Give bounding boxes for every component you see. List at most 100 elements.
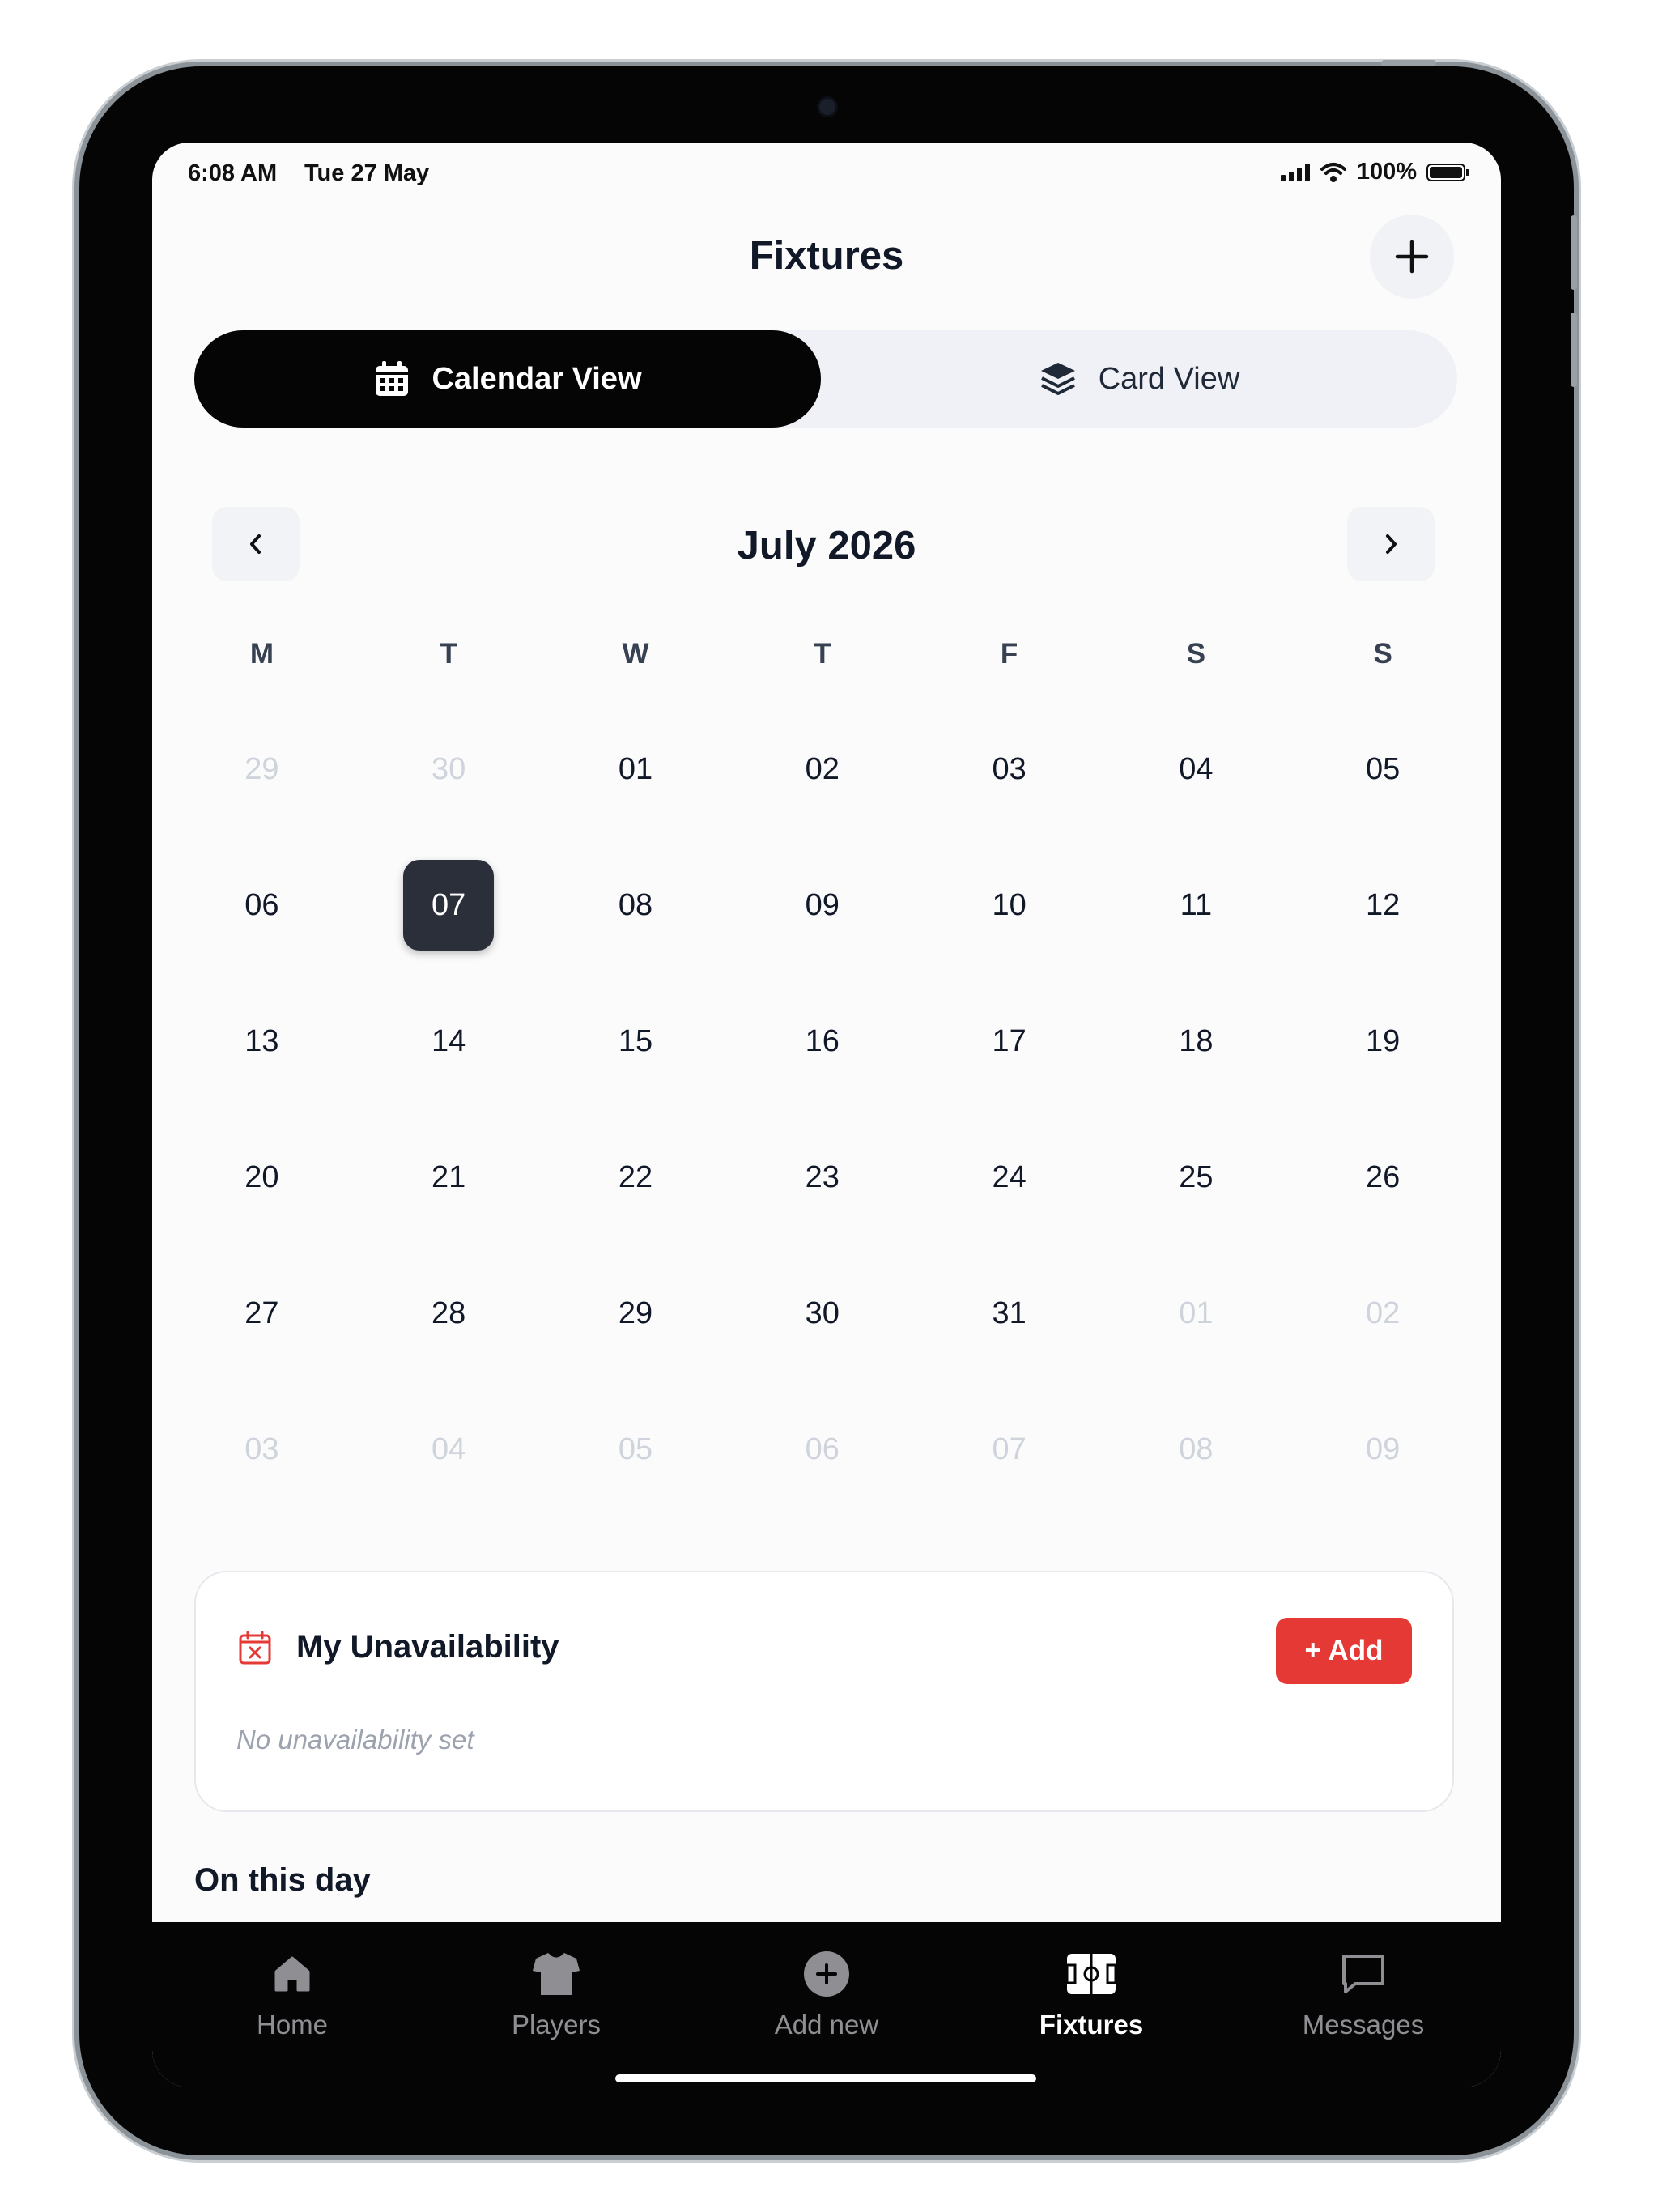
unavailability-header: My Unavailability [238,1629,559,1665]
tab-fixtures-label: Fixtures [1039,2010,1144,2040]
unavailability-title: My Unavailability [296,1629,559,1665]
home-indicator[interactable] [615,2074,1036,2082]
unavailability-card: My Unavailability + Add No unavailabilit… [194,1571,1454,1812]
calendar-week: 29 30 01 02 03 04 05 [168,701,1477,837]
view-toggle: Calendar View Card View [194,330,1457,428]
calendar-day[interactable]: 03 [916,724,1103,815]
calendar-x-icon [239,1631,271,1664]
calendar-day[interactable]: 25 [1103,1132,1290,1223]
tab-home-label: Home [256,2010,329,2040]
add-unavailability-button[interactable]: + Add [1276,1618,1412,1684]
device-volume-up [1571,215,1577,290]
weekday-label: M [249,638,274,670]
add-fixture-button[interactable] [1370,215,1454,299]
add-circle-icon [804,1951,849,1997]
chevron-right-icon [1386,534,1397,554]
calendar-day[interactable]: 10 [916,860,1103,951]
calendar-day[interactable]: 29 [542,1268,729,1359]
plus-icon [1395,240,1429,274]
month-label: July 2026 [737,524,916,568]
status-right: 100% [1280,159,1469,185]
calendar-day[interactable]: 04 [1103,724,1290,815]
calendar-day[interactable]: 01 [542,724,729,815]
calendar-day[interactable]: 22 [542,1132,729,1223]
calendar-day-outside[interactable]: 29 [168,724,355,815]
calendar-day[interactable]: 24 [916,1132,1103,1223]
calendar-day[interactable]: 11 [1103,860,1290,951]
front-camera [819,99,835,115]
calendar-day[interactable]: 17 [916,996,1103,1087]
calendar-day-outside[interactable]: 02 [1290,1268,1477,1359]
tab-home[interactable]: Home [187,1948,397,2040]
layers-icon [1040,363,1075,395]
calendar-day-outside[interactable]: 06 [729,1404,916,1495]
calendar-day[interactable]: 08 [542,860,729,951]
status-date: Tue 27 May [304,160,430,186]
calendar-day[interactable]: 30 [729,1268,916,1359]
calendar-day-outside[interactable]: 07 [916,1404,1103,1495]
calendar-day-outside[interactable]: 01 [1103,1268,1290,1359]
on-this-day-heading: On this day [194,1862,371,1898]
calendar-day[interactable]: 28 [355,1268,542,1359]
calendar-week: 13 14 15 16 17 18 19 [168,973,1477,1109]
calendar-day[interactable]: 06 [168,860,355,951]
tab-players-label: Players [511,2010,602,2040]
calendar-day[interactable]: 21 [355,1132,542,1223]
calendar-day[interactable]: 27 [168,1268,355,1359]
shirt-icon [533,1952,580,1995]
tab-messages-label: Messages [1302,2010,1425,2040]
app-screen: 6:08 AM Tue 27 May 100% Fixtures Calenda… [152,143,1501,2087]
tab-add-new[interactable]: Add new [721,1948,932,2040]
calendar-day[interactable]: 14 [355,996,542,1087]
calendar-day[interactable]: 23 [729,1132,916,1223]
device-volume-down [1571,313,1577,387]
unavailability-empty-text: No unavailability set [236,1725,474,1755]
calendar-day-outside[interactable]: 04 [355,1404,542,1495]
message-icon [1342,1955,1384,1993]
status-time: 6:08 AM [188,160,278,186]
calendar-week: 03 04 05 06 07 08 09 [168,1381,1477,1517]
tab-players[interactable]: Players [451,1948,661,2040]
weekday-header: M T W T F S S [168,638,1477,670]
calendar-day[interactable]: 16 [729,996,916,1087]
calendar-day[interactable]: 18 [1103,996,1290,1087]
calendar-week: 20 21 22 23 24 25 26 [168,1109,1477,1245]
calendar-icon [376,361,409,396]
calendar-week: 06 07 08 09 10 11 12 [168,837,1477,973]
calendar-day[interactable]: 02 [729,724,916,815]
calendar-day-outside[interactable]: 08 [1103,1404,1290,1495]
calendar-grid: 29 30 01 02 03 04 05 06 07 08 09 10 11 1… [168,701,1477,1517]
card-view-label: Card View [1098,361,1240,396]
calendar-day[interactable]: 15 [542,996,729,1087]
weekday-label: S [1373,638,1392,670]
calendar-day-selected[interactable]: 07 [355,860,542,951]
calendar-day[interactable]: 20 [168,1132,355,1223]
card-view-tab[interactable]: Card View [821,330,1457,428]
calendar-day[interactable]: 12 [1290,860,1477,951]
calendar-day[interactable]: 19 [1290,996,1477,1087]
tab-messages[interactable]: Messages [1258,1948,1469,2040]
calendar-day[interactable]: 09 [729,860,916,951]
battery-icon [1426,163,1469,181]
weekday-label: T [440,638,457,670]
calendar-view-tab[interactable]: Calendar View [194,330,821,428]
calendar-day-outside[interactable]: 05 [542,1404,729,1495]
home-icon [274,1956,310,1992]
tab-bar: Home Players Add new Fixtures Messages [152,1922,1501,2087]
calendar-day-outside[interactable]: 30 [355,724,542,815]
calendar-week: 27 28 29 30 31 01 02 [168,1245,1477,1381]
device-top-button [1381,60,1436,66]
calendar-day[interactable]: 13 [168,996,355,1087]
weekday-label: S [1186,638,1206,670]
calendar-day-outside[interactable]: 03 [168,1404,355,1495]
calendar-day[interactable]: 05 [1290,724,1477,815]
cellular-signal-icon [1280,163,1310,181]
calendar-day[interactable]: 31 [916,1268,1103,1359]
calendar-day-outside[interactable]: 09 [1290,1404,1477,1495]
tab-add-new-label: Add new [774,2010,879,2040]
pitch-icon [1065,1954,1117,1994]
next-month-button[interactable] [1347,507,1435,581]
calendar-day[interactable]: 26 [1290,1132,1477,1223]
tab-fixtures[interactable]: Fixtures [986,1948,1197,2040]
status-bar: 6:08 AM Tue 27 May 100% [152,143,1501,199]
